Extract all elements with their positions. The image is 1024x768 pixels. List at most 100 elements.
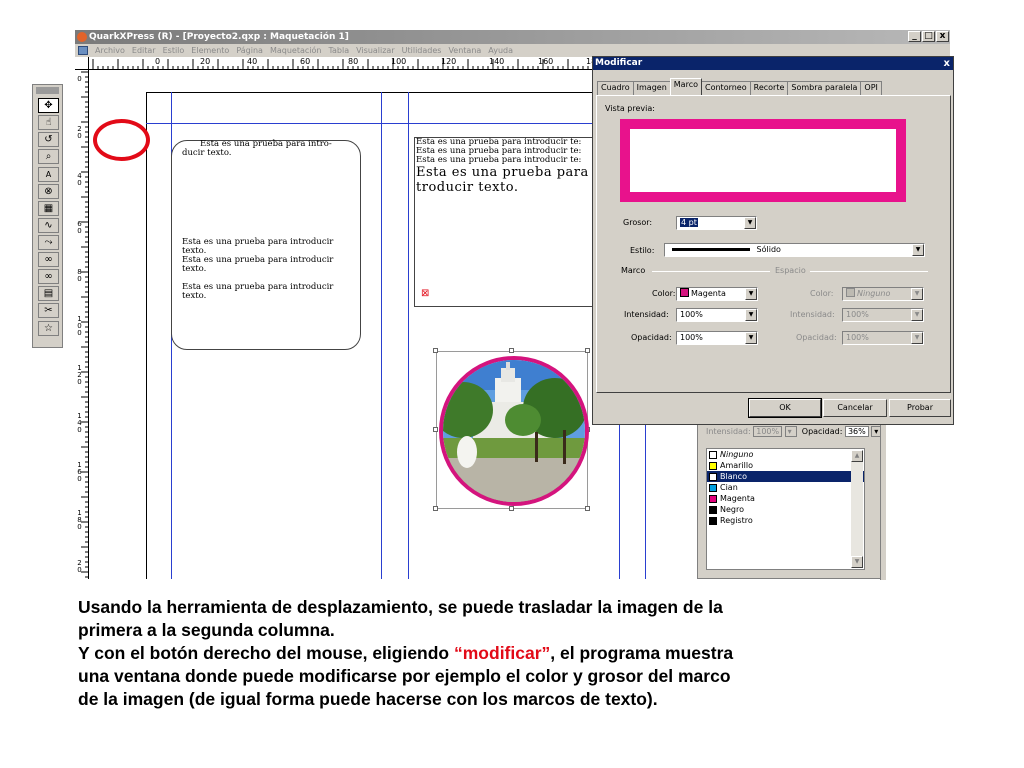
quark-app-icon	[77, 32, 87, 42]
try-button[interactable]: Probar	[889, 399, 951, 417]
gap-color-value: Ninguno	[857, 289, 891, 298]
text-paragraph: Esta es una prueba para introducir texto…	[182, 237, 334, 256]
minimize-button[interactable]: _	[908, 31, 921, 42]
dropdown-arrow-icon[interactable]: ▼	[911, 309, 923, 321]
gap-intensidad-combo[interactable]: 100% ▼	[842, 308, 924, 322]
vertical-ruler[interactable]: 0 2 0 4 0 6 0 8 0 1 0 0 1 2 0 1 4 0 1 6 …	[75, 70, 89, 579]
tab-cuadro[interactable]: Cuadro	[597, 81, 634, 95]
text-box-3-content: Esta es una prueba para introducir te: E…	[416, 138, 596, 195]
composition-zone-tool-icon[interactable]: ▤	[38, 286, 59, 301]
resize-handle[interactable]	[433, 348, 438, 353]
dropdown-arrow-icon[interactable]: ▼	[745, 288, 757, 300]
tab-opi[interactable]: OPI	[860, 81, 882, 95]
text-path-tool-icon[interactable]: ⤳	[38, 235, 59, 250]
table-tool-icon[interactable]: ▦	[38, 201, 59, 216]
dialog-title: Modificar	[595, 58, 643, 68]
tab-contorneo[interactable]: Contorneo	[701, 81, 751, 95]
color-item-amarillo[interactable]: Amarillo	[707, 460, 864, 471]
menu-estilo[interactable]: Estilo	[163, 44, 185, 57]
resize-handle[interactable]	[509, 506, 514, 511]
resize-handle[interactable]	[433, 506, 438, 511]
dropdown-arrow-icon[interactable]: ▼	[745, 332, 757, 344]
text-box-tool-icon[interactable]: A	[38, 167, 59, 182]
menu-elemento[interactable]: Elemento	[191, 44, 229, 57]
ruler-label: 0	[77, 75, 82, 83]
color-item-negro[interactable]: Negro	[707, 504, 864, 515]
grosor-combo[interactable]: 4 pt ▼	[676, 216, 757, 230]
ruler-label: 100	[391, 57, 407, 66]
gap-opacidad-combo[interactable]: 100% ▼	[842, 331, 924, 345]
magenta-swatch-icon	[680, 288, 689, 297]
tab-sombra-paralela[interactable]: Sombra paralela	[787, 81, 862, 95]
tab-recorte[interactable]: Recorte	[749, 81, 789, 95]
line-tool-icon[interactable]: ∿	[38, 218, 59, 233]
color-item-magenta[interactable]: Magenta	[707, 493, 864, 504]
color-item-cian[interactable]: Cian	[707, 482, 864, 493]
document-scrollbar[interactable]	[880, 420, 886, 580]
dropdown-arrow-icon[interactable]: ▼	[744, 217, 756, 229]
resize-handle[interactable]	[585, 506, 590, 511]
menu-editar[interactable]: Editar	[132, 44, 156, 57]
maximize-button[interactable]: □	[922, 31, 935, 42]
resize-handle[interactable]	[509, 348, 514, 353]
dropdown-arrow-icon[interactable]: ▼	[912, 244, 924, 256]
opacidad-combo[interactable]: 100% ▼	[676, 331, 758, 345]
zoom-tool-icon[interactable]: ⌕	[38, 149, 59, 164]
move-tool-icon[interactable]: ✥	[38, 98, 59, 113]
caption-text: Y con el botón derecho del mouse, eligie…	[78, 643, 454, 663]
color-item-blanco[interactable]: Blanco	[707, 471, 864, 482]
color-list: Ninguno Amarillo Blanco Cian Magenta Neg…	[706, 448, 865, 570]
rotate-tool-icon[interactable]: ↺	[38, 132, 59, 147]
marco-group-label: Marco	[621, 266, 646, 275]
link-tool-icon[interactable]: ∞	[38, 252, 59, 267]
intensity-dropdown-icon[interactable]: ▾	[784, 426, 797, 437]
scroll-down-icon[interactable]: ▼	[851, 556, 863, 568]
menu-tabla[interactable]: Tabla	[328, 44, 349, 57]
menu-maquetacion[interactable]: Maquetación	[270, 44, 322, 57]
text-line-large: troducir texto.	[416, 180, 519, 195]
color-item-ninguno[interactable]: Ninguno	[707, 449, 864, 460]
estilo-combo[interactable]: Sólido ▼	[664, 243, 925, 257]
none-swatch-icon	[846, 288, 855, 297]
color-item-registro[interactable]: Registro	[707, 515, 864, 526]
color-name: Amarillo	[720, 461, 754, 470]
dropdown-arrow-icon[interactable]: ▼	[911, 288, 923, 300]
highlight-circle	[93, 119, 150, 161]
dialog-close-icon[interactable]: x	[944, 57, 950, 70]
cancel-button[interactable]: Cancelar	[823, 399, 887, 417]
scroll-up-icon[interactable]: ▲	[851, 450, 863, 462]
tab-marco[interactable]: Marco	[669, 78, 702, 95]
resize-handle[interactable]	[585, 348, 590, 353]
palette-grip[interactable]	[36, 87, 59, 94]
opacity-field[interactable]: 36%	[844, 426, 869, 437]
menu-archivo[interactable]: Archivo	[95, 44, 125, 57]
ruler-label: 60	[300, 57, 311, 66]
menu-visualizar[interactable]: Visualizar	[356, 44, 395, 57]
unlink-tool-icon[interactable]: ∞	[38, 269, 59, 284]
ruler-origin[interactable]	[75, 57, 89, 70]
document-icon[interactable]	[78, 46, 88, 55]
tab-imagen[interactable]: Imagen	[632, 81, 671, 95]
menu-ventana[interactable]: Ventana	[448, 44, 481, 57]
menu-pagina[interactable]: Página	[236, 44, 263, 57]
menu-utilidades[interactable]: Utilidades	[402, 44, 442, 57]
star-tool-icon[interactable]: ☆	[38, 321, 59, 336]
espacio-group-label: Espacio	[775, 266, 806, 275]
church-photo[interactable]	[439, 356, 589, 506]
close-button[interactable]: x	[936, 31, 949, 42]
scissors-tool-icon[interactable]: ✂	[38, 303, 59, 318]
gap-intensidad-value: 100%	[846, 310, 869, 319]
dropdown-arrow-icon[interactable]: ▼	[745, 309, 757, 321]
gap-color-combo[interactable]: Ninguno ▼	[842, 287, 924, 301]
intensity-field[interactable]: 100%	[753, 426, 783, 437]
resize-handle[interactable]	[433, 427, 438, 432]
hand-tool-icon[interactable]: ☝	[38, 115, 59, 130]
color-combo[interactable]: Magenta ▼	[676, 287, 758, 301]
color-value: Magenta	[691, 289, 726, 298]
intensidad-combo[interactable]: 100% ▼	[676, 308, 758, 322]
ok-button[interactable]: OK	[748, 398, 822, 418]
picture-box-tool-icon[interactable]: ⊗	[38, 184, 59, 199]
color-list-scrollbar[interactable]: ▲ ▼	[851, 450, 863, 568]
dropdown-arrow-icon[interactable]: ▼	[911, 332, 923, 344]
menu-ayuda[interactable]: Ayuda	[488, 44, 513, 57]
